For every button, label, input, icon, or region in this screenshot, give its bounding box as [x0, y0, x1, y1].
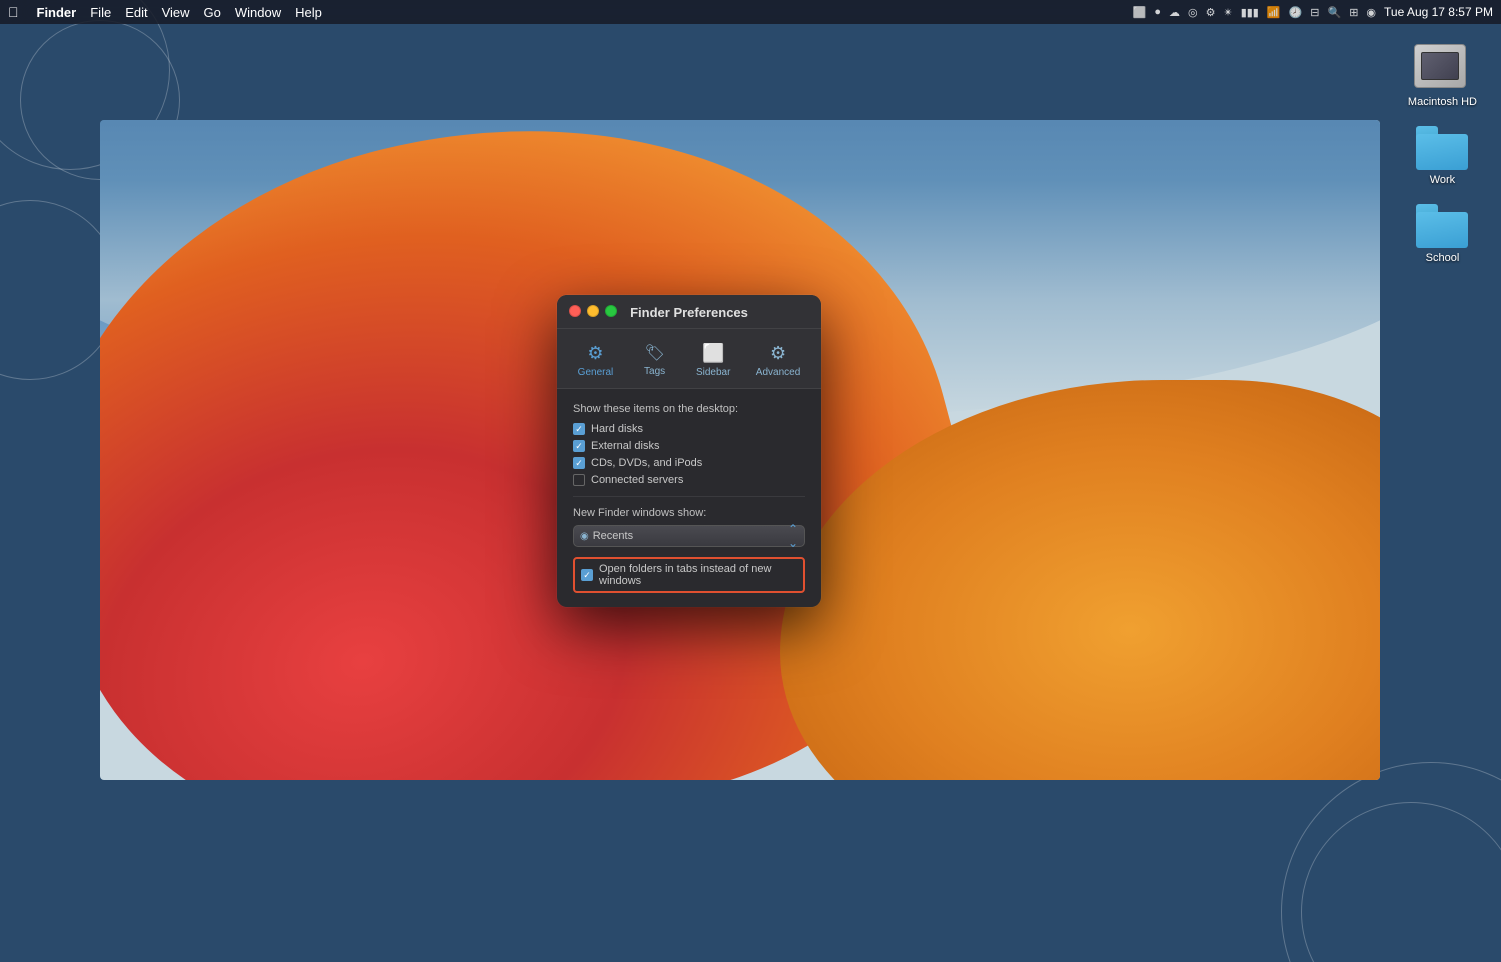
tab-sidebar[interactable]: ⬜ Sidebar	[688, 339, 738, 382]
menubar-view[interactable]: View	[162, 5, 190, 20]
checkmark-icon: ✓	[583, 571, 591, 580]
eye-icon[interactable]: ◎	[1188, 6, 1198, 19]
external-disks-label: External disks	[591, 440, 659, 452]
menubar-help[interactable]: Help	[295, 5, 322, 20]
connected-servers-row: Connected servers	[573, 474, 805, 486]
datetime-display: Tue Aug 17 8:57 PM	[1384, 5, 1493, 19]
cds-dvds-label: CDs, DVDs, and iPods	[591, 457, 702, 469]
siri-icon[interactable]: ◉	[1366, 6, 1376, 19]
menubar-right: ⬜ ● ☁ ◎ ⚙ ✴ ▮▮▮ 📶 🕗 ⊟ 🔍 ⊞ ◉ Tue Aug 17 8…	[1133, 5, 1493, 19]
dialog-title: Finder Preferences	[569, 305, 809, 320]
dialog-content: Show these items on the desktop: ✓ Hard …	[557, 389, 821, 607]
work-folder-graphic	[1416, 126, 1468, 170]
connected-servers-checkbox[interactable]	[573, 474, 585, 486]
cds-dvds-row: ✓ CDs, DVDs, and iPods	[573, 457, 805, 469]
battery-2-icon[interactable]: ⊟	[1310, 6, 1319, 19]
hard-disks-row: ✓ Hard disks	[573, 423, 805, 435]
menubar-file[interactable]: File	[90, 5, 111, 20]
search-icon[interactable]: 🔍	[1328, 6, 1342, 19]
settings-icon[interactable]: ⚙	[1206, 6, 1216, 19]
bluetooth-icon[interactable]: ✴	[1223, 6, 1232, 19]
hard-disks-checkbox[interactable]: ✓	[573, 423, 585, 435]
apple-menu[interactable]: 	[8, 4, 19, 20]
menubar:  Finder File Edit View Go Window Help ⬜…	[0, 0, 1501, 24]
menubar-edit[interactable]: Edit	[125, 5, 147, 20]
new-finder-label: New Finder windows show:	[573, 507, 805, 519]
open-folders-label: Open folders in tabs instead of new wind…	[599, 563, 797, 587]
cds-dvds-checkbox[interactable]: ✓	[573, 457, 585, 469]
hard-disks-label: Hard disks	[591, 423, 643, 435]
checkmark-icon: ✓	[575, 442, 583, 451]
dropdown-arrow-icon: ⌃⌄	[788, 522, 798, 550]
tab-advanced[interactable]: ⚙ Advanced	[748, 339, 808, 382]
checkmark-icon: ✓	[575, 425, 583, 434]
menubar-finder[interactable]: Finder	[37, 5, 77, 20]
hd-icon-graphic	[1414, 44, 1470, 92]
wifi-signal-icon[interactable]: 📶	[1267, 6, 1281, 19]
tab-tags[interactable]: 🏷 Tags	[631, 339, 679, 382]
external-disks-row: ✓ External disks	[573, 440, 805, 452]
dialog-titlebar: Finder Preferences	[557, 295, 821, 329]
external-disks-checkbox[interactable]: ✓	[573, 440, 585, 452]
macintosh-hd-icon[interactable]: Macintosh HD	[1404, 40, 1481, 112]
tags-tab-icon: 🏷	[644, 343, 664, 363]
school-folder-label: School	[1426, 252, 1460, 264]
dropdown-value: Recents	[593, 530, 788, 542]
tab-bar: ⚙ General 🏷 Tags ⬜ Sidebar ⚙ Advanced	[557, 329, 821, 389]
cloud-icon[interactable]: ☁	[1169, 6, 1180, 19]
macintosh-hd-label: Macintosh HD	[1408, 96, 1477, 108]
desktop:  Finder File Edit View Go Window Help ⬜…	[0, 0, 1501, 962]
screen-record-icon[interactable]: ⬜	[1133, 6, 1147, 19]
advanced-tab-icon: ⚙	[770, 343, 786, 364]
control-center-icon[interactable]: ⊞	[1349, 6, 1358, 19]
tab-advanced-label: Advanced	[756, 367, 800, 378]
battery-icon[interactable]: ▮▮▮	[1241, 6, 1259, 19]
school-folder-graphic	[1416, 204, 1468, 248]
desktop-icon-area: Macintosh HD Work School	[1404, 40, 1481, 268]
clock-icon: 🕗	[1289, 6, 1303, 19]
work-folder-label: Work	[1430, 174, 1455, 186]
general-tab-icon: ⚙	[587, 343, 603, 364]
dropdown-row: ◉ Recents ⌃⌄	[573, 525, 805, 547]
menubar-left:  Finder File Edit View Go Window Help	[8, 4, 322, 20]
menubar-window[interactable]: Window	[235, 5, 281, 20]
recents-icon: ◉	[580, 531, 589, 542]
tab-sidebar-label: Sidebar	[696, 367, 730, 378]
open-folders-row: ✓ Open folders in tabs instead of new wi…	[573, 557, 805, 593]
open-folders-checkbox[interactable]: ✓	[581, 569, 593, 581]
menubar-go[interactable]: Go	[204, 5, 221, 20]
wifi-icon[interactable]: ●	[1154, 6, 1161, 18]
new-finder-windows-dropdown[interactable]: ◉ Recents ⌃⌄	[573, 525, 805, 547]
school-folder-icon[interactable]: School	[1412, 200, 1472, 268]
sidebar-tab-icon: ⬜	[702, 343, 724, 364]
tab-general-label: General	[578, 367, 614, 378]
finder-preferences-dialog[interactable]: Finder Preferences ⚙ General 🏷 Tags ⬜ Si…	[557, 295, 821, 607]
work-folder-icon[interactable]: Work	[1412, 122, 1472, 190]
tab-tags-label: Tags	[644, 366, 665, 377]
tab-general[interactable]: ⚙ General	[570, 339, 622, 382]
connected-servers-label: Connected servers	[591, 474, 683, 486]
checkmark-icon: ✓	[575, 459, 583, 468]
divider	[573, 496, 805, 497]
desktop-section-label: Show these items on the desktop:	[573, 403, 805, 415]
